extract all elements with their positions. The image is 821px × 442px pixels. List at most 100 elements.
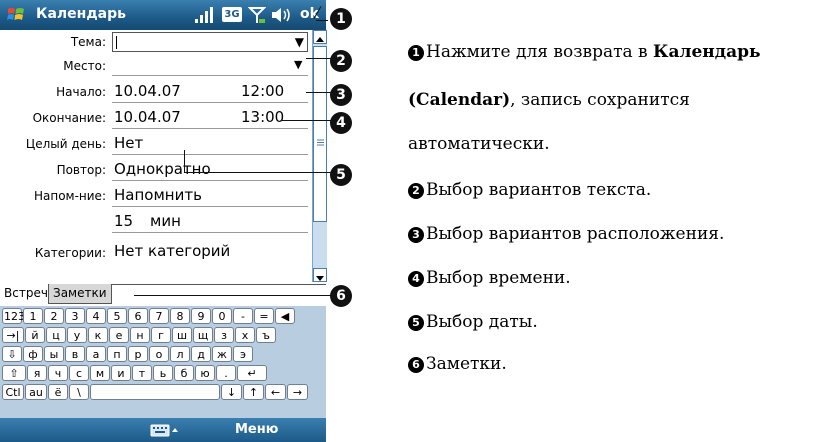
key[interactable]: г — [151, 327, 171, 343]
scrollbar-thumb[interactable] — [313, 46, 327, 222]
scroll-down-arrow-icon[interactable] — [313, 268, 327, 282]
key[interactable]: м — [90, 365, 110, 381]
location-label: Место: — [63, 59, 106, 73]
key[interactable] — [90, 384, 220, 400]
key[interactable]: п — [107, 346, 127, 362]
key[interactable]: ъ — [256, 327, 276, 343]
key[interactable]: я — [27, 365, 47, 381]
key[interactable]: 2 — [44, 308, 64, 324]
callout-marker-5: 5 — [330, 164, 352, 186]
subject-input[interactable]: ▼ — [112, 32, 308, 52]
start-date-field[interactable]: 10.04.07 — [114, 82, 181, 100]
3g-icon[interactable]: 3G — [222, 7, 242, 22]
keyboard-icon[interactable] — [150, 422, 180, 438]
start-underline — [112, 102, 308, 103]
start-time-field[interactable]: 12:00 — [241, 82, 284, 100]
key[interactable]: й — [25, 327, 45, 343]
reminder-amount-field[interactable]: 15 — [114, 212, 133, 230]
key[interactable]: ⇧ — [2, 365, 26, 381]
description-1-line-2: (Calendar), запись сохранится — [408, 90, 690, 110]
text-cursor — [116, 36, 117, 49]
key[interactable]: с — [69, 365, 89, 381]
key[interactable]: э — [233, 346, 253, 362]
reminder-unit-field[interactable]: мин — [150, 212, 181, 230]
key[interactable]: ь — [153, 365, 173, 381]
volume-icon[interactable] — [270, 5, 294, 25]
key[interactable]: ↑ — [243, 384, 264, 400]
key[interactable]: 1 — [23, 308, 43, 324]
key[interactable]: ↵ — [237, 365, 267, 381]
key[interactable]: ю — [195, 365, 215, 381]
key[interactable]: →| — [2, 327, 24, 343]
end-date-field[interactable]: 10.04.07 — [114, 108, 181, 126]
key[interactable]: ж — [212, 346, 232, 362]
key[interactable]: ё — [48, 384, 68, 400]
key[interactable]: au — [25, 384, 47, 400]
key[interactable]: 4 — [86, 308, 106, 324]
key[interactable]: щ — [193, 327, 213, 343]
callout-marker-1: 1 — [330, 8, 352, 30]
key[interactable]: 3 — [65, 308, 85, 324]
key[interactable]: ф — [23, 346, 43, 362]
key[interactable]: ↓ — [221, 384, 242, 400]
description-2: 2 Выбор вариантов текста. — [408, 180, 651, 200]
key[interactable]: е — [109, 327, 129, 343]
key[interactable]: о — [149, 346, 169, 362]
key[interactable]: \ — [69, 384, 89, 400]
key[interactable]: ← — [265, 384, 286, 400]
location-dropdown-icon[interactable]: ▼ — [294, 58, 302, 71]
leader-line-2 — [306, 58, 332, 59]
key[interactable]: 5 — [107, 308, 127, 324]
key[interactable]: → — [287, 384, 308, 400]
reminder-field[interactable]: Напомнить — [114, 186, 202, 204]
key[interactable]: н — [130, 327, 150, 343]
end-time-field[interactable]: 13:00 — [241, 108, 284, 126]
key[interactable]: л — [170, 346, 190, 362]
menu-button[interactable]: Меню — [235, 422, 278, 437]
key[interactable]: 8 — [170, 308, 190, 324]
key[interactable]: р — [128, 346, 148, 362]
key[interactable]: х — [235, 327, 255, 343]
windows-start-icon[interactable] — [6, 5, 26, 25]
description-marker-6: 6 — [408, 357, 424, 373]
reminder-row: Напом-ние: Напомнить — [0, 184, 312, 208]
key[interactable]: з — [214, 327, 234, 343]
form-scrollbar[interactable] — [312, 30, 327, 282]
key[interactable]: . — [216, 365, 236, 381]
reminder-underline — [112, 206, 308, 207]
all-day-field[interactable]: Нет — [114, 134, 143, 152]
key[interactable]: 0 — [212, 308, 232, 324]
key[interactable]: б — [174, 365, 194, 381]
description-1-bold: Календарь — [653, 42, 761, 62]
key[interactable]: у — [67, 327, 87, 343]
key[interactable]: д — [191, 346, 211, 362]
scroll-up-arrow-icon[interactable] — [313, 30, 327, 44]
key[interactable]: ц — [46, 327, 66, 343]
key[interactable]: к — [88, 327, 108, 343]
key[interactable]: 7 — [149, 308, 169, 324]
key[interactable]: ⇩ — [2, 346, 22, 362]
categories-field[interactable]: Нет категорий — [114, 242, 230, 260]
antenna-icon[interactable] — [248, 5, 266, 25]
key[interactable]: ч — [48, 365, 68, 381]
key[interactable]: ы — [44, 346, 64, 362]
key[interactable]: 123 — [2, 308, 25, 324]
subject-dropdown-icon[interactable]: ▼ — [295, 33, 304, 51]
signal-icon[interactable] — [193, 5, 215, 25]
key[interactable]: ш — [172, 327, 192, 343]
leader-line-1b — [316, 20, 328, 21]
key[interactable]: - — [233, 308, 253, 324]
key[interactable]: 6 — [128, 308, 148, 324]
key[interactable]: а — [86, 346, 106, 362]
key[interactable]: = — [254, 308, 274, 324]
subject-label: Тема: — [70, 35, 106, 49]
key[interactable]: в — [65, 346, 85, 362]
key[interactable]: и — [111, 365, 131, 381]
key[interactable]: 9 — [191, 308, 211, 324]
tab-notes[interactable]: Заметки — [48, 284, 112, 304]
callout-marker-2: 2 — [330, 50, 352, 72]
key[interactable]: ◀ — [275, 308, 295, 324]
repeat-field[interactable]: Однократно — [114, 160, 211, 178]
key[interactable]: Ctl — [2, 384, 24, 400]
key[interactable]: т — [132, 365, 152, 381]
